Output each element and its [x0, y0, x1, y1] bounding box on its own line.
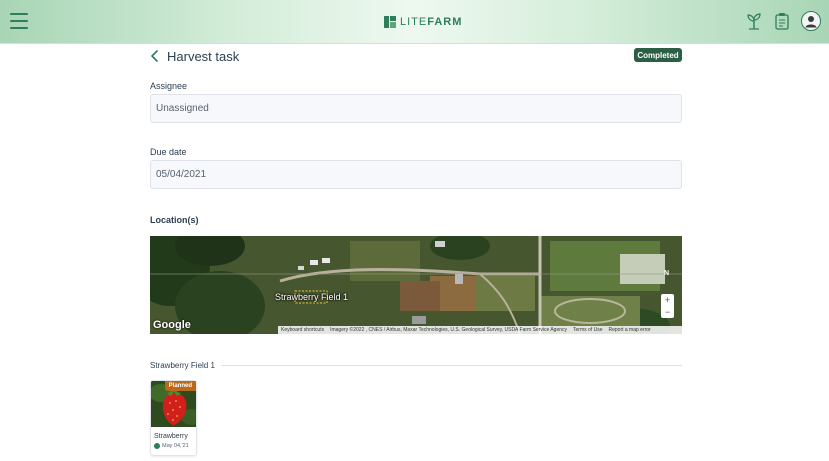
crop-name: Strawberry: [154, 433, 188, 440]
header-actions: [745, 11, 821, 31]
sprout-icon[interactable]: [745, 11, 763, 31]
map-zoom-control: + −: [661, 294, 674, 318]
assignee-label: Assignee: [150, 81, 188, 91]
locations-label: Location(s): [150, 215, 199, 225]
section-divider: [220, 364, 682, 366]
terms-of-use-link[interactable]: Terms of Use: [573, 327, 602, 333]
due-date-field[interactable]: 05/04/2021: [150, 160, 682, 189]
location-map[interactable]: Strawberry Field 1 N + − Google Keyboard…: [150, 236, 682, 334]
page-title: Harvest task: [167, 49, 240, 64]
map-attribution-bar: Keyboard shortcuts Imagery ©2022 , CNES …: [278, 326, 682, 334]
crop-card[interactable]: Planned Strawberry May 04,'21: [150, 380, 197, 456]
crop-section-header: Strawberry Field 1: [150, 360, 682, 370]
crop-status-badge: Planned: [164, 381, 196, 391]
zoom-out-button[interactable]: −: [665, 307, 670, 317]
top-nav-bar: LITEFARM: [0, 0, 829, 44]
crop-date-row: May 04,'21: [154, 443, 189, 449]
back-arrow-icon[interactable]: [149, 49, 161, 63]
google-logo: Google: [153, 319, 191, 331]
clipboard-icon[interactable]: [773, 11, 791, 31]
zoom-in-button[interactable]: +: [665, 295, 670, 305]
satellite-imagery: [150, 236, 682, 334]
imagery-attribution: Imagery ©2022 , CNES / Airbus, Maxar Tec…: [330, 327, 568, 333]
calendar-icon: [154, 443, 160, 449]
report-map-error-link[interactable]: Report a map error: [608, 327, 650, 333]
section-title: Strawberry Field 1: [150, 360, 215, 370]
compass-icon: N: [664, 270, 670, 277]
keyboard-shortcuts-link[interactable]: Keyboard shortcuts: [281, 327, 324, 333]
litefarm-logo[interactable]: LITEFARM: [384, 14, 462, 30]
map-field-label: Strawberry Field 1: [275, 292, 349, 302]
logo-text-farm: FARM: [427, 16, 463, 28]
due-date-label: Due date: [150, 147, 187, 157]
logo-text-lite: LITE: [400, 16, 428, 28]
crop-date: May 04,'21: [162, 443, 189, 449]
logo-mark-icon: [384, 16, 396, 28]
profile-icon[interactable]: [801, 11, 821, 31]
status-badge: Completed: [634, 48, 682, 62]
menu-icon[interactable]: [10, 13, 28, 29]
assignee-field[interactable]: Unassigned: [150, 94, 682, 123]
